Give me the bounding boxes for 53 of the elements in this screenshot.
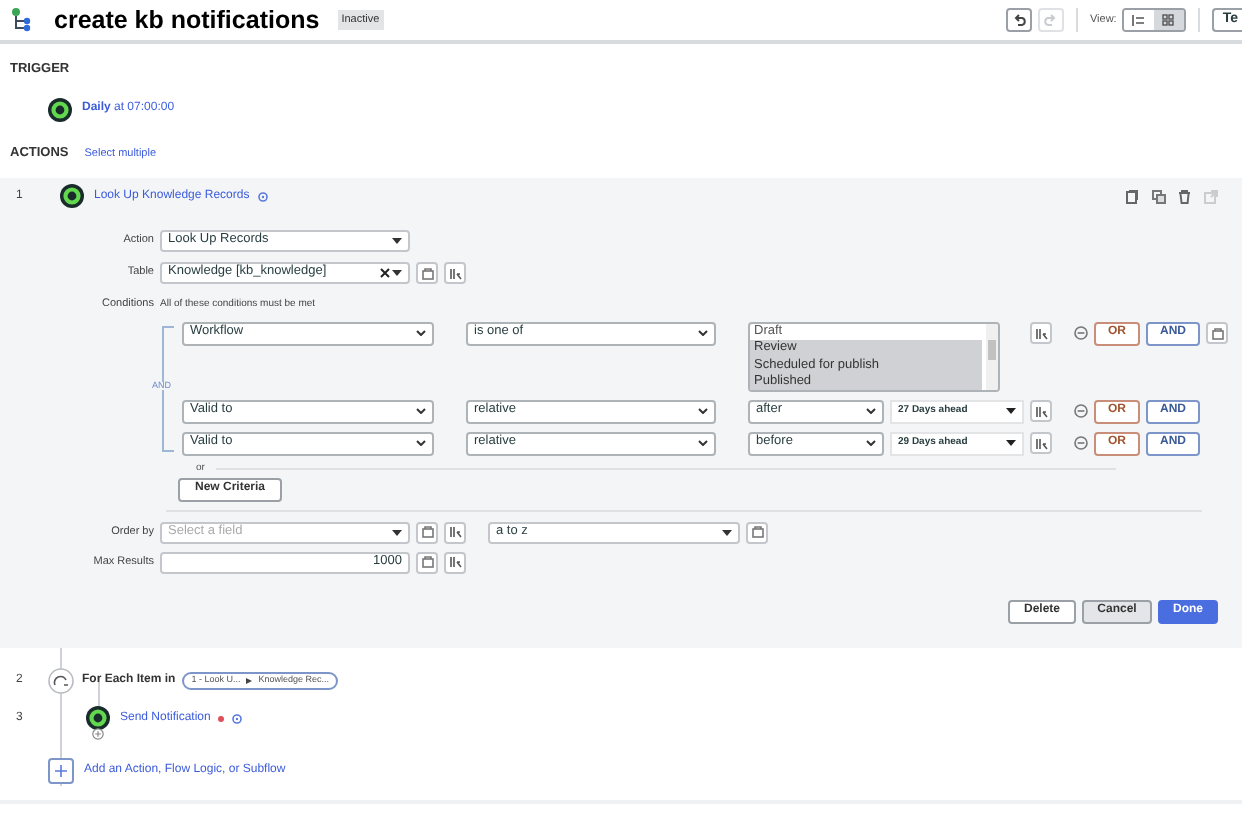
clear-icon [380, 268, 390, 278]
chevron-icon [866, 440, 876, 446]
chevron-icon [416, 440, 426, 446]
scrollbar[interactable] [986, 323, 998, 389]
pill-arrow-icon [246, 678, 253, 684]
grid-view-icon [1162, 13, 1177, 27]
plus-icon [54, 764, 68, 778]
help-icon [232, 713, 243, 723]
help-icon [257, 191, 268, 201]
action-icon [60, 184, 84, 208]
view-toggle[interactable] [1154, 10, 1185, 30]
caret-icon [392, 270, 402, 276]
flow-icon [12, 8, 32, 32]
duplicate-icon[interactable] [1152, 189, 1166, 203]
chevron-icon [866, 408, 876, 414]
caret-icon [1006, 440, 1016, 446]
pill-picker-icon [1035, 405, 1047, 417]
data-pill-picker-button[interactable] [444, 551, 466, 573]
data-pill-picker-button[interactable] [1030, 432, 1052, 454]
chevron-icon [416, 330, 426, 336]
action-icon [86, 706, 110, 730]
data-pill-picker-button[interactable] [1030, 400, 1052, 422]
remove-icon[interactable] [1074, 404, 1088, 418]
loop-icon [48, 668, 74, 694]
redo-icon [1043, 14, 1058, 26]
pill-picker-icon [449, 526, 461, 538]
remove-icon[interactable] [1074, 436, 1088, 450]
caret-icon [392, 529, 402, 535]
flow-title: create kb notifications [54, 3, 320, 38]
data-pill-picker-button[interactable] [444, 521, 466, 543]
caret-icon [392, 238, 402, 244]
chevron-icon [416, 408, 426, 414]
pill-picker-icon [1035, 327, 1047, 339]
caret-icon [1006, 408, 1016, 414]
trash-icon[interactable] [1178, 189, 1192, 203]
pill-picker-icon [1035, 437, 1047, 449]
chevron-icon [698, 408, 708, 414]
add-step-icon[interactable] [92, 728, 104, 740]
trigger-icon [48, 97, 72, 121]
pill-picker-icon [449, 267, 461, 279]
copy-icon[interactable] [1126, 189, 1140, 203]
caret-icon [722, 529, 732, 535]
list-view-icon [1132, 13, 1147, 27]
data-pill-picker-button[interactable] [1030, 322, 1052, 344]
view-toggle[interactable] [1124, 10, 1155, 30]
remove-icon[interactable] [1074, 326, 1088, 340]
pill-picker-icon [449, 556, 461, 568]
add-button[interactable] [48, 758, 74, 784]
undo-button[interactable] [1005, 8, 1032, 32]
data-pill-picker-button[interactable] [444, 262, 466, 284]
chevron-icon [698, 440, 708, 446]
chevron-icon [698, 330, 708, 336]
undo-icon [1011, 14, 1026, 26]
